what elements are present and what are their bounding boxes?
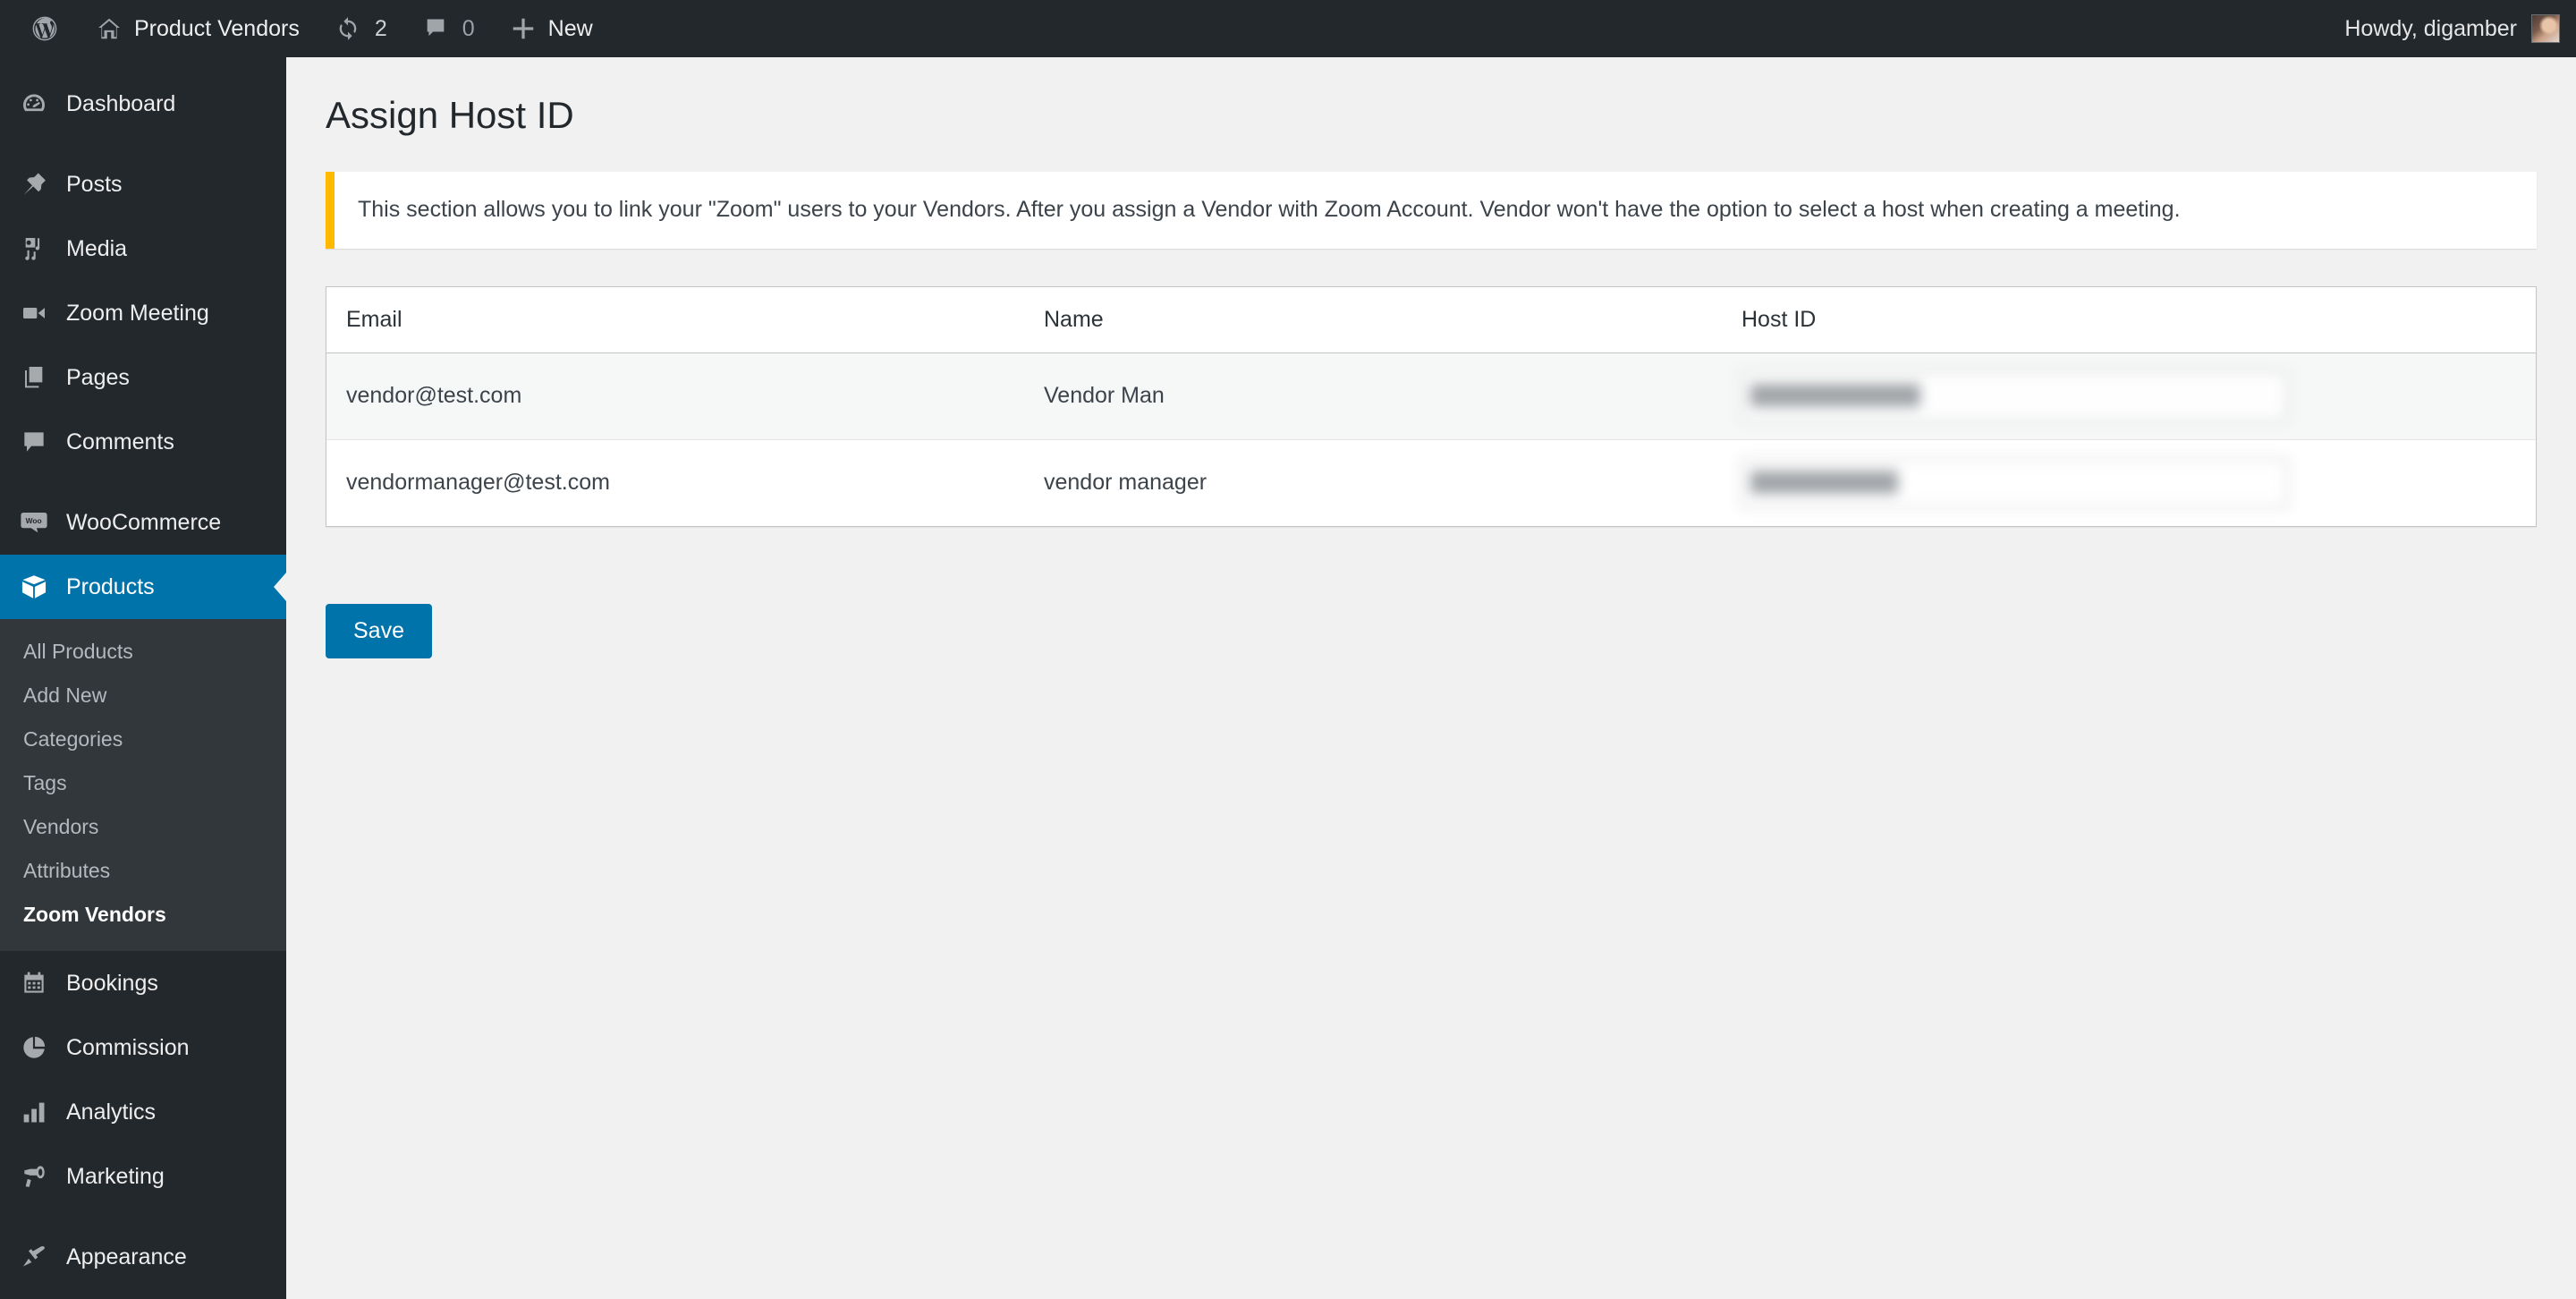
submenu-products: All Products Add New Categories Tags Ven… xyxy=(0,619,286,951)
submenu-item-all-products[interactable]: All Products xyxy=(0,630,286,674)
sidebar-item-label: Dashboard xyxy=(66,90,176,116)
sidebar-item-label: Analytics xyxy=(66,1099,157,1125)
host-assignment-table: Email Name Host ID vendor@test.com Vendo… xyxy=(326,286,2536,526)
user-avatar xyxy=(2531,14,2560,43)
sidebar-item-dashboard[interactable]: Dashboard xyxy=(0,72,286,136)
sidebar-item-commission[interactable]: Commission xyxy=(0,1015,286,1080)
sidebar-item-bookings[interactable]: Bookings xyxy=(0,951,286,1015)
sidebar-item-posts[interactable]: Posts xyxy=(0,152,286,216)
submenu-item-tags[interactable]: Tags xyxy=(0,761,286,805)
sidebar-item-label: Zoom Meeting xyxy=(66,300,209,326)
menu-top-spacer xyxy=(0,57,286,72)
home-icon xyxy=(93,13,125,45)
cell-name: vendor manager xyxy=(1044,470,1208,496)
cell-email: vendor@test.com xyxy=(326,352,1024,440)
sidebar-item-label: Appearance xyxy=(66,1244,187,1269)
sidebar-item-label: Comments xyxy=(66,429,174,454)
host-assignment-table-container: Email Name Host ID vendor@test.com Vendo… xyxy=(326,285,2537,527)
sidebar-item-woocommerce[interactable]: Woo WooCommerce xyxy=(0,490,286,555)
table-row: vendormanager@test.com vendor manager xyxy=(326,439,2536,526)
wordpress-logo-icon xyxy=(29,13,61,45)
admin-sidebar-menu: Dashboard Posts Media Zoom Meeting Pages… xyxy=(0,57,286,1299)
table-row: vendor@test.com Vendor Man xyxy=(326,352,2536,440)
table-head: Email Name Host ID xyxy=(326,286,2536,353)
main-content-area: Assign Host ID This section allows you t… xyxy=(286,57,2576,1299)
sidebar-item-label: Media xyxy=(66,235,128,261)
menu-separator xyxy=(0,474,286,490)
menu-separator xyxy=(0,136,286,152)
pin-icon xyxy=(16,166,52,202)
sidebar-item-label: Products xyxy=(66,573,155,599)
sidebar-item-label: Marketing xyxy=(66,1163,165,1189)
cell-name: Vendor Man xyxy=(1024,352,1722,440)
sidebar-item-products[interactable]: Products xyxy=(0,555,286,619)
sidebar-item-label: Bookings xyxy=(66,970,158,996)
updates-icon xyxy=(332,13,364,45)
megaphone-icon xyxy=(16,1159,52,1194)
column-header-host-id: Host ID xyxy=(1722,286,2536,353)
sidebar-item-label: Pages xyxy=(66,364,130,390)
comment-bubble-icon xyxy=(419,13,452,45)
cell-host-id xyxy=(1722,439,2536,526)
video-camera-icon xyxy=(16,295,52,331)
table-body: vendor@test.com Vendor Man vendormanager… xyxy=(326,352,2536,526)
sidebar-item-zoom-meeting[interactable]: Zoom Meeting xyxy=(0,281,286,345)
menu-separator xyxy=(0,1209,286,1225)
dashboard-icon xyxy=(16,86,52,122)
comment-bubble-icon xyxy=(16,424,52,460)
cell-host-id xyxy=(1722,352,2536,440)
media-icon xyxy=(16,231,52,267)
sidebar-item-appearance[interactable]: Appearance xyxy=(0,1225,286,1289)
new-content-button[interactable]: New xyxy=(491,0,609,57)
column-header-email: Email xyxy=(326,286,1024,353)
comments-button[interactable]: 0 xyxy=(403,0,491,57)
cell-email: vendormanager@test.com xyxy=(346,470,610,496)
sidebar-item-analytics[interactable]: Analytics xyxy=(0,1080,286,1144)
wordpress-logo-button[interactable] xyxy=(13,0,77,57)
sidebar-item-marketing[interactable]: Marketing xyxy=(0,1144,286,1209)
sidebar-item-media[interactable]: Media xyxy=(0,216,286,281)
submenu-item-zoom-vendors[interactable]: Zoom Vendors xyxy=(0,893,286,937)
howdy-label: Howdy, digamber xyxy=(2344,15,2517,41)
admin-bar-left-group: Product Vendors 2 0 New xyxy=(0,0,609,57)
host-id-input-value xyxy=(1750,383,1920,407)
calendar-icon xyxy=(16,965,52,1001)
paintbrush-icon xyxy=(16,1239,52,1275)
column-header-name: Name xyxy=(1024,286,1722,353)
my-account-menu[interactable]: Howdy, digamber xyxy=(2344,0,2576,57)
page-title: Assign Host ID xyxy=(326,94,574,136)
table-header-row: Email Name Host ID xyxy=(326,286,2536,353)
submenu-item-vendors[interactable]: Vendors xyxy=(0,805,286,849)
updates-button[interactable]: 2 xyxy=(316,0,403,57)
bar-chart-icon xyxy=(16,1094,52,1130)
woocommerce-icon: Woo xyxy=(16,505,52,540)
pages-icon xyxy=(16,360,52,395)
host-id-input-value xyxy=(1750,470,1898,494)
submenu-item-attributes[interactable]: Attributes xyxy=(0,849,286,893)
site-name-label: Product Vendors xyxy=(134,15,300,41)
host-id-input[interactable] xyxy=(1741,370,2287,421)
pie-chart-icon xyxy=(16,1030,52,1066)
sidebar-item-pages[interactable]: Pages xyxy=(0,345,286,410)
updates-count: 2 xyxy=(374,15,387,41)
admin-bar: Product Vendors 2 0 New Howdy, digamber xyxy=(0,0,2576,57)
products-box-icon xyxy=(16,569,52,605)
info-notice: This section allows you to link your "Zo… xyxy=(326,172,2537,249)
sidebar-item-label: Commission xyxy=(66,1034,190,1060)
submenu-item-categories[interactable]: Categories xyxy=(0,717,286,761)
notice-text: This section allows you to link your "Zo… xyxy=(358,197,2181,223)
form-actions: Save xyxy=(286,527,2576,658)
sidebar-item-comments[interactable]: Comments xyxy=(0,410,286,474)
host-id-input[interactable] xyxy=(1741,457,2287,508)
save-button[interactable]: Save xyxy=(326,603,432,658)
submenu-item-add-new[interactable]: Add New xyxy=(0,674,286,717)
plus-icon xyxy=(507,13,539,45)
site-name-button[interactable]: Product Vendors xyxy=(77,0,316,57)
sidebar-item-label: Posts xyxy=(66,171,123,197)
sidebar-item-label: WooCommerce xyxy=(66,509,222,535)
new-content-label: New xyxy=(547,15,593,41)
comments-count: 0 xyxy=(462,15,475,41)
svg-text:Woo: Woo xyxy=(26,516,42,525)
